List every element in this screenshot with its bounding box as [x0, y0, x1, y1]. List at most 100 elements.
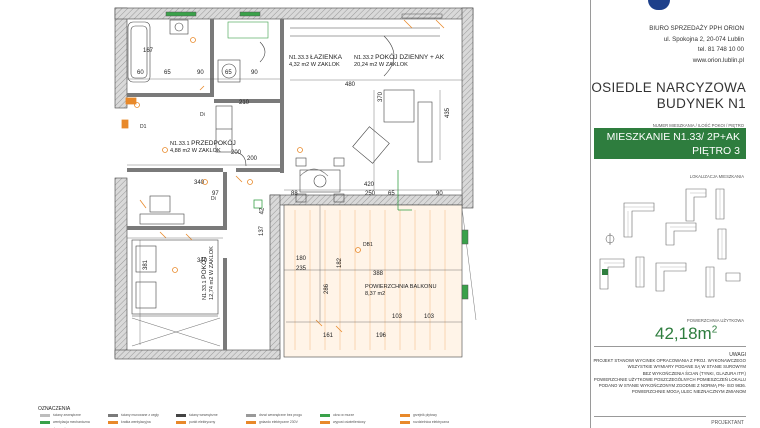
dim-65b: 65	[225, 70, 232, 76]
dim-210: 210	[239, 100, 250, 106]
legend-swatch	[400, 414, 410, 417]
room-label-balkon: POWIERZCHNIA BALKONU 8,37 m2	[365, 284, 437, 298]
przedpokoj-area: 4,88 m2	[170, 148, 191, 154]
dim-435: 435	[445, 107, 452, 119]
dzienny-id: N1.33.2	[354, 55, 374, 61]
notes-lines: PROJEKT STANOWI WYCINEK OPRACOWANIA Z PR…	[586, 358, 746, 395]
dim-340b: 340	[197, 258, 208, 264]
legend-item: kratka wentylacyjna	[121, 420, 151, 424]
divider-bottom	[594, 416, 746, 417]
dim-180: 180	[296, 256, 307, 262]
usable-area-value: 42,18m2	[655, 324, 717, 344]
door-tag-d1: D1	[140, 124, 147, 130]
legend-item: ściany murowane z cegły	[121, 413, 159, 417]
apartment-line1: MIESZKANIE N1.33/ 2P+AK	[606, 131, 740, 143]
dim-480: 480	[345, 82, 356, 88]
dim-200a: 200	[247, 156, 258, 162]
dim-65a: 65	[164, 70, 171, 76]
door-tag-di1: Di	[200, 112, 205, 118]
apartment-box: MIESZKANIE N1.33/ 2P+AK PIĘTRO 3	[594, 128, 746, 159]
dim-340a: 340	[194, 180, 205, 186]
dim-167: 167	[143, 48, 154, 54]
office-website[interactable]: www.orion.lublin.pl	[649, 56, 744, 67]
dzienny-area: 20,24 m2	[354, 62, 378, 68]
project-building: BUDYNEK N1	[656, 96, 746, 111]
legend-swatch	[108, 414, 118, 417]
balkon-name: POWIERZCHNIA BALKONU	[365, 284, 437, 290]
legend-swatch	[108, 421, 118, 424]
dim-137: 137	[259, 225, 266, 237]
usable-area-unit: 2	[711, 324, 718, 336]
legend-title: OZNACZENIA	[38, 406, 71, 412]
room-label-lazienka: N1.33.3 ŁAZIENKA 4,32 m2 W ZAKLOK	[289, 54, 342, 69]
lazienka-note: W ZAKLOK	[310, 62, 340, 68]
dim-103b: 103	[424, 314, 435, 320]
balkon-area: 8,37 m2	[365, 291, 386, 297]
przedpokoj-id: N1.33.1	[170, 141, 190, 147]
dim-90a: 90	[197, 70, 204, 76]
legend-swatch	[400, 421, 410, 424]
office-address: ul. Spokojna 2, 20-074 Lublin	[663, 35, 744, 43]
project-name: OSIEDLE NARCYZOWA	[591, 80, 746, 95]
location-site-plan	[599, 188, 741, 298]
project-title: OSIEDLE NARCYZOWA BUDYNEK N1	[591, 80, 746, 112]
door-tag-di2: Di	[211, 196, 216, 202]
notes: UWAGI PROJEKT STANOWI WYCINEK OPRACOWANI…	[586, 352, 746, 395]
legend-item: rozdzielnica elektryczna	[413, 420, 449, 424]
legend-swatch	[246, 421, 256, 424]
legend-item: wypust oświetleniowy	[333, 420, 366, 424]
dim-60: 60	[137, 70, 144, 76]
dim-90b: 90	[251, 70, 258, 76]
legend-item: punkt elektryczny	[189, 420, 216, 424]
dim-65c: 65	[388, 191, 395, 197]
legend-swatch	[320, 414, 330, 417]
legend-item: drzwi wewnętrzne bez progu	[259, 413, 302, 417]
przedpokoj-name: PRZEDPOKÓJ	[191, 140, 236, 147]
dim-196: 196	[376, 333, 387, 339]
usable-area-number: 42,18m	[655, 324, 712, 343]
dim-88: 88	[291, 191, 298, 197]
przedpokoj-note: W ZAKLOK	[191, 148, 221, 154]
pokoj-note: W ZAKLOK	[209, 246, 215, 276]
dzienny-note: W ZAKLOK	[378, 62, 408, 68]
room-label-dzienny: N1.33.2 POKÓJ DZIENNY + AK 20,24 m2 W ZA…	[354, 54, 444, 69]
floor-plan: N1.33.3 ŁAZIENKA 4,32 m2 W ZAKLOK N1.33.…	[0, 0, 590, 428]
notes-line: POWIERZCHNIE MOGĄ ULEC NIEZNACZNYM ZMIAN…	[631, 389, 746, 395]
legend-swatch	[176, 414, 186, 417]
hallway-wardrobe	[215, 105, 247, 167]
dzienny-name: POKÓJ DZIENNY + AK	[375, 54, 445, 61]
legend-swatch	[40, 421, 50, 424]
office-phone: tel. 81 748 10 00	[697, 46, 744, 53]
apartment-line2: PIĘTRO 3	[692, 145, 740, 157]
dim-420: 420	[364, 182, 375, 188]
dim-370: 370	[378, 91, 385, 103]
dim-161: 161	[323, 333, 334, 339]
room-label-przedpokoj: N1.33.1 PRZEDPOKÓJ 4,88 m2 W ZAKLOK	[170, 140, 236, 155]
dim-388: 388	[373, 271, 384, 277]
dim-235: 235	[296, 266, 307, 272]
legend-item: wentylacja mechaniczna	[53, 420, 90, 424]
office-name: BIURO SPRZEDAŻY PPH ORION	[649, 25, 744, 32]
dim-182: 182	[337, 257, 344, 269]
lazienka-id: N1.33.3	[289, 55, 309, 61]
location-label: LOKALIZACJA MIESZKANIA	[689, 174, 744, 179]
legend-swatch	[176, 421, 186, 424]
legend-swatch	[246, 414, 256, 417]
usable-area-label: POWIERZCHNIA UŻYTKOWA	[686, 318, 744, 323]
window-tag-db1: DB1	[363, 242, 373, 248]
legend-swatch	[320, 421, 330, 424]
legend-item: okno w murze	[333, 413, 355, 417]
divider	[594, 346, 746, 347]
designer-label: PROJEKTANT	[711, 420, 744, 426]
legend-item: ściany wewnętrzne	[189, 413, 218, 417]
legend-item: ściany zewnętrzne	[53, 413, 81, 417]
room-label-pokoj: N1.33.1 POKÓJ 12,74 m2 W ZAKLOK	[201, 246, 216, 300]
dim-42: 42	[259, 207, 266, 215]
dim-200b: 200	[231, 150, 242, 156]
legend-item: gniazdo elektryczne 230V	[259, 420, 298, 424]
apartment-location-marker	[602, 269, 608, 275]
sales-office-info: BIURO SPRZEDAŻY PPH ORION ul. Spokojna 2…	[649, 24, 744, 66]
dim-90c: 90	[436, 191, 443, 197]
pokoj-id: N1.33.1	[202, 280, 208, 300]
lazienka-name: ŁAZIENKA	[310, 54, 343, 61]
